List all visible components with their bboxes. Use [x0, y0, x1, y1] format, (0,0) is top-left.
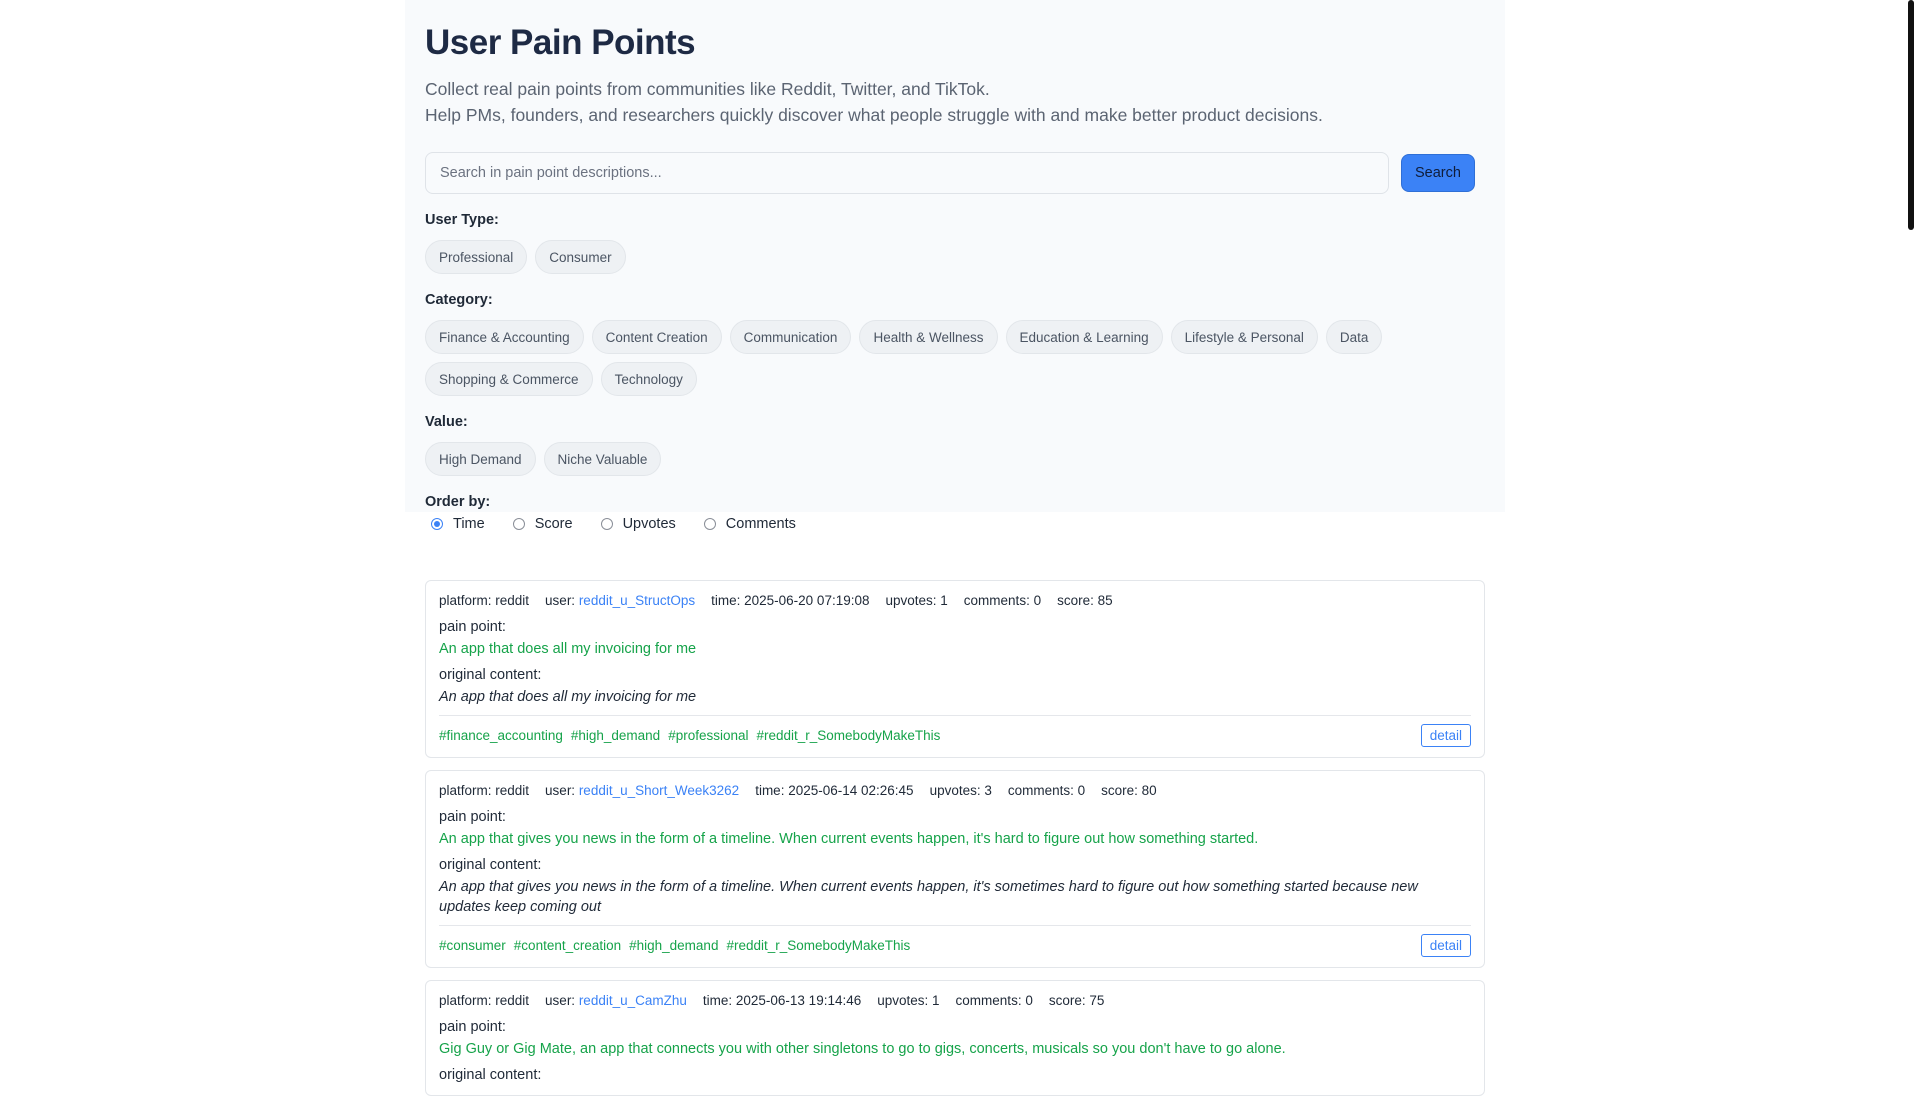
card-comments: comments: 0 [963, 593, 1042, 608]
original-content-label: original content: [439, 857, 542, 873]
card-user-link[interactable]: reddit_u_CamZhu [579, 993, 687, 1008]
pain-point-feed: platform: reddit user: reddit_u_StructOp… [405, 580, 1505, 1096]
card-score: score: 80 [1101, 783, 1157, 798]
header-section: User Pain Points Collect real pain point… [405, 0, 1505, 532]
card-footer: #finance_accounting #high_demand #profes… [439, 715, 1471, 747]
tag[interactable]: #reddit_r_SomebodyMakeThis [757, 728, 941, 743]
category-label: Category: [425, 292, 493, 308]
category-filters: Finance & Accounting Content Creation Co… [425, 320, 1485, 396]
pain-point-card: platform: reddit user: reddit_u_StructOp… [425, 580, 1485, 758]
filter-content-creation[interactable]: Content Creation [591, 320, 722, 354]
card-platform: platform: reddit [439, 593, 530, 608]
card-upvotes: upvotes: 1 [885, 593, 948, 608]
original-content-text: An app that does all my invoicing for me [439, 689, 697, 705]
card-upvotes: upvotes: 1 [877, 993, 940, 1008]
card-meta: platform: reddit user: reddit_u_CamZhu t… [439, 991, 1471, 1011]
card-upvotes: upvotes: 3 [929, 783, 992, 798]
order-time-option[interactable]: Time [425, 516, 485, 532]
search-row: Search [425, 152, 1485, 194]
card-user: user: reddit_u_Short_Week3262 [545, 781, 739, 801]
card-platform: platform: reddit [439, 783, 530, 798]
filter-high-demand[interactable]: High Demand [425, 442, 536, 476]
card-time: time: 2025-06-20 07:19:08 [711, 593, 870, 608]
scrollbar[interactable] [1908, 0, 1914, 230]
order-comments-option[interactable]: Comments [698, 516, 796, 532]
user-type-label: User Type: [425, 212, 499, 228]
order-by-label: Order by: [425, 494, 491, 510]
page-subtitle: Collect real pain points from communitie… [425, 76, 1485, 128]
search-button[interactable]: Search [1401, 154, 1475, 192]
filter-communication[interactable]: Communication [729, 320, 852, 354]
tag[interactable]: #reddit_r_SomebodyMakeThis [726, 938, 910, 953]
card-tags: #finance_accounting #high_demand #profes… [439, 728, 940, 743]
order-upvotes-label: Upvotes [622, 516, 676, 532]
order-score-radio[interactable] [512, 518, 525, 530]
tag[interactable]: #high_demand [571, 728, 660, 743]
filter-consumer[interactable]: Consumer [535, 240, 626, 274]
filter-lifestyle-personal[interactable]: Lifestyle & Personal [1170, 320, 1318, 354]
detail-button[interactable]: detail [1420, 934, 1471, 957]
order-upvotes-option[interactable]: Upvotes [595, 516, 676, 532]
card-user-link[interactable]: reddit_u_Short_Week3262 [579, 783, 739, 798]
card-meta: platform: reddit user: reddit_u_Short_We… [439, 781, 1471, 801]
tag[interactable]: #professional [668, 728, 748, 743]
pain-point-text: An app that does all my invoicing for me [439, 641, 697, 657]
filter-health-wellness[interactable]: Health & Wellness [859, 320, 998, 354]
tag[interactable]: #finance_accounting [439, 728, 563, 743]
pain-point-card: platform: reddit user: reddit_u_CamZhu t… [425, 980, 1485, 1096]
user-type-filters: Professional Consumer [425, 240, 1485, 274]
card-user-link[interactable]: reddit_u_StructOps [579, 593, 695, 608]
filter-data[interactable]: Data [1325, 320, 1383, 354]
subtitle-line-2: Help PMs, founders, and researchers quic… [425, 105, 1323, 125]
original-content-label: original content: [439, 667, 542, 683]
filter-professional[interactable]: Professional [425, 240, 528, 274]
card-comments: comments: 0 [1007, 783, 1086, 798]
order-score-label: Score [534, 516, 573, 532]
pain-point-label: pain point: [439, 1019, 506, 1035]
card-user-prefix: user: [545, 783, 579, 798]
filter-shopping-commerce[interactable]: Shopping & Commerce [425, 362, 593, 396]
card-platform: platform: reddit [439, 993, 530, 1008]
card-meta: platform: reddit user: reddit_u_StructOp… [439, 591, 1471, 611]
tag[interactable]: #high_demand [629, 938, 718, 953]
card-user-prefix: user: [545, 593, 579, 608]
pain-point-text: An app that gives you news in the form o… [439, 831, 1259, 847]
page-title: User Pain Points [425, 23, 696, 62]
pain-point-label: pain point: [439, 619, 506, 635]
order-time-radio[interactable] [431, 518, 443, 530]
card-footer: #consumer #content_creation #high_demand… [439, 925, 1471, 957]
value-label: Value: [425, 414, 468, 430]
order-comments-label: Comments [725, 516, 796, 532]
order-score-option[interactable]: Score [507, 516, 573, 532]
filter-niche-valuable[interactable]: Niche Valuable [543, 442, 662, 476]
order-time-label: Time [453, 516, 485, 532]
tag[interactable]: #content_creation [514, 938, 621, 953]
value-filters: High Demand Niche Valuable [425, 442, 1485, 476]
card-comments: comments: 0 [955, 993, 1033, 1008]
card-user: user: reddit_u_StructOps [545, 591, 695, 611]
filter-finance-accounting[interactable]: Finance & Accounting [425, 320, 584, 354]
tag[interactable]: #consumer [439, 938, 506, 953]
pain-point-label: pain point: [439, 809, 506, 825]
pain-point-text: Gig Guy or Gig Mate, an app that connect… [439, 1041, 1286, 1057]
card-time: time: 2025-06-14 02:26:45 [755, 783, 914, 798]
subtitle-line-1: Collect real pain points from communitie… [425, 79, 990, 99]
order-upvotes-radio[interactable] [600, 518, 613, 530]
pain-point-card: platform: reddit user: reddit_u_Short_We… [425, 770, 1485, 968]
filter-technology[interactable]: Technology [600, 362, 697, 396]
card-score: score: 85 [1057, 593, 1113, 608]
search-input[interactable] [425, 152, 1389, 194]
card-score: score: 75 [1048, 993, 1105, 1008]
original-content-text: An app that gives you news in the form o… [439, 879, 1418, 915]
card-time: time: 2025-06-13 19:14:46 [702, 993, 862, 1008]
card-user: user: reddit_u_CamZhu [545, 991, 687, 1011]
order-by-options: Time Score Upvotes Comments [425, 516, 1485, 532]
order-comments-radio[interactable] [703, 518, 716, 530]
card-user-prefix: user: [545, 993, 579, 1008]
page: User Pain Points Collect real pain point… [405, 0, 1505, 1108]
card-tags: #consumer #content_creation #high_demand… [439, 938, 910, 953]
filter-education-learning[interactable]: Education & Learning [1005, 320, 1163, 354]
original-content-label: original content: [439, 1067, 542, 1083]
detail-button[interactable]: detail [1420, 724, 1471, 747]
